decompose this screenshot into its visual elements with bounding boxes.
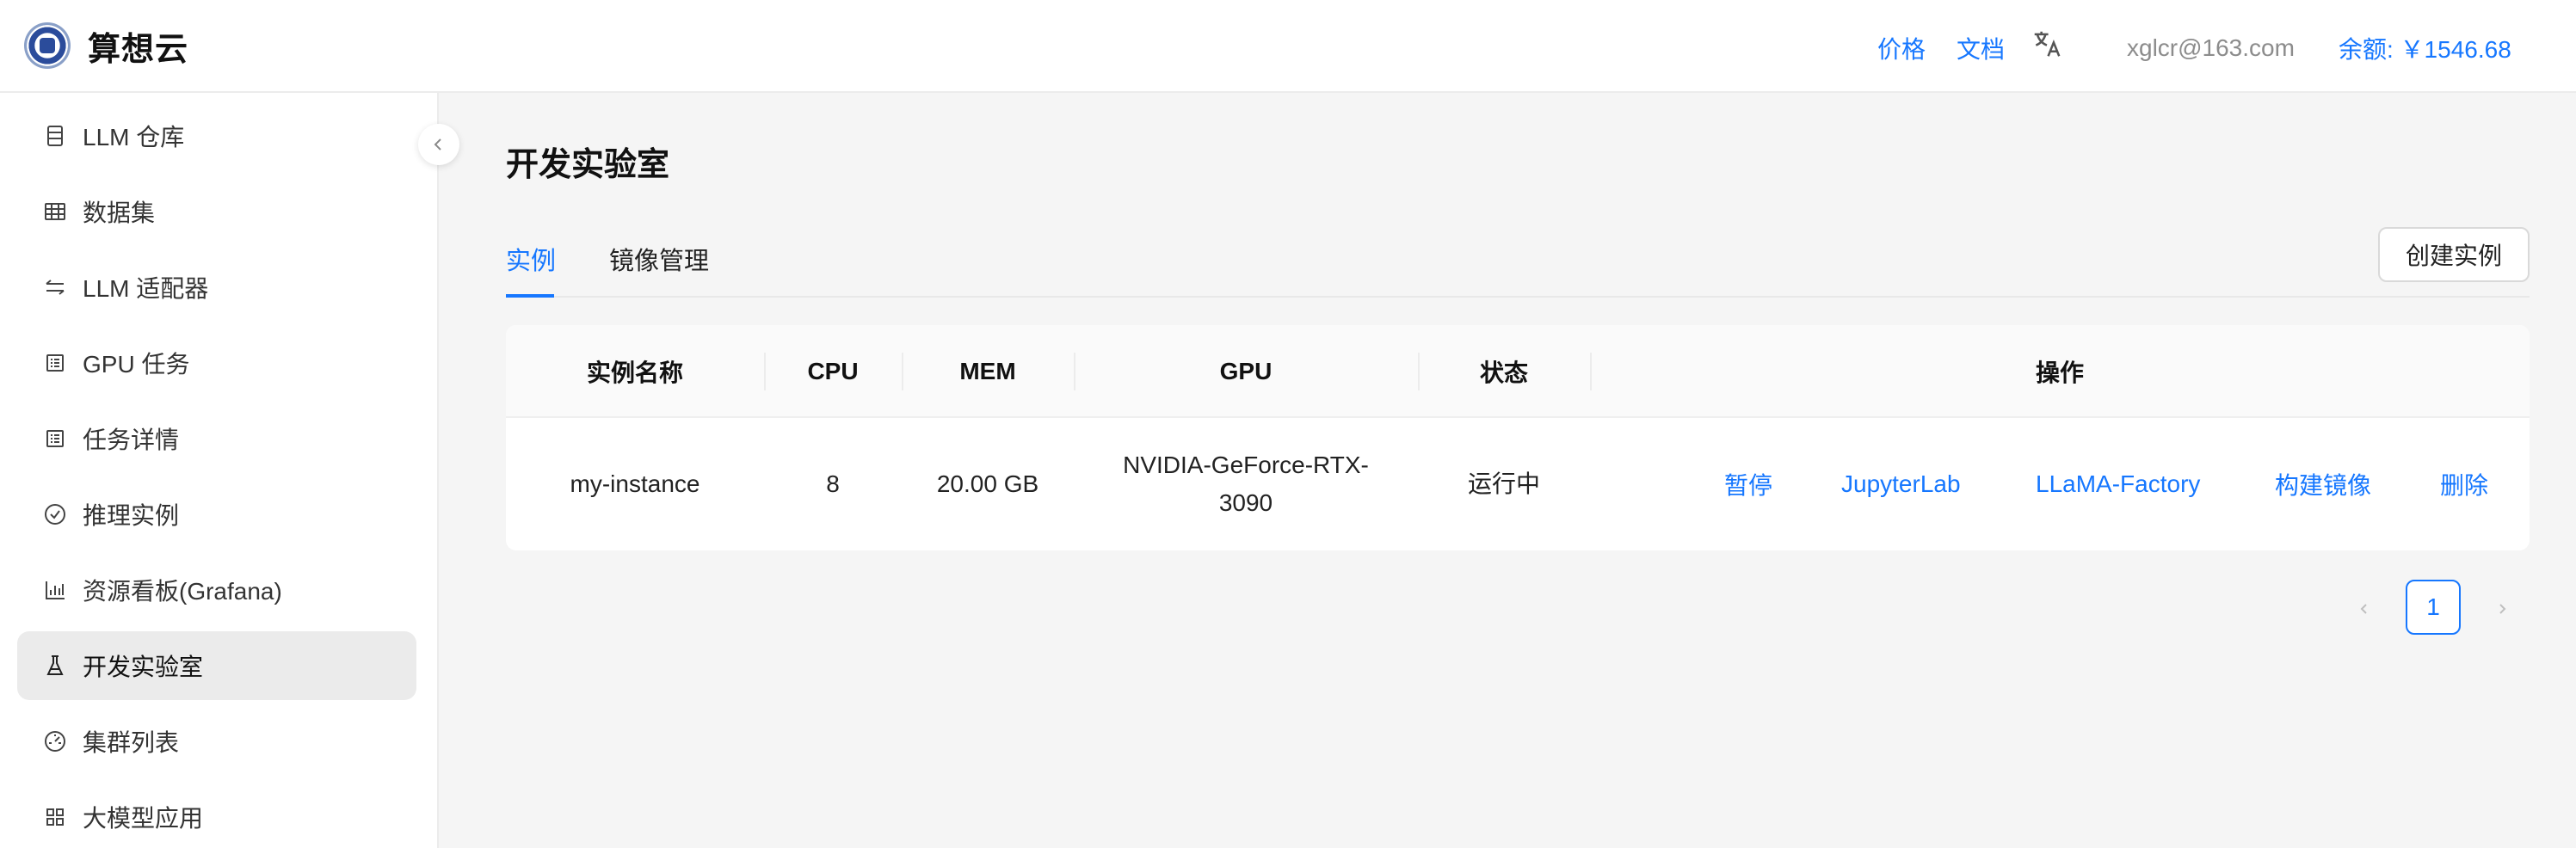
sidebar-item-llm-adapter[interactable]: LLM 适配器 [17,253,416,322]
instance-gpu-line: 3090 [1218,489,1273,516]
swap-icon [43,275,67,299]
chevron-left-icon [434,138,441,151]
sidebar-item-label: 资源看板(Grafana) [83,578,282,605]
sidebar-item-label: GPU 任务 [83,351,190,378]
sidebar-item-label: 大模型应用 [83,805,204,832]
instance-mem: 20.00 GB [936,470,1039,497]
instances-table: 实例名称 CPU MEM GPU 状态 操作 my-instance 8 20.… [506,325,2530,550]
sidebar-item-task-details[interactable]: 任务详情 [17,404,416,473]
instance-gpu: NVIDIA-GeForce-RTX- 3090 [1074,418,1418,550]
column-header-actions: 操作 [2035,359,2084,386]
jupyterlab-action[interactable]: JupyterLab [1841,418,1961,550]
apps-icon [43,805,67,829]
dashboard-icon [43,729,67,753]
build-image-action[interactable]: 构建镜像 [2275,418,2371,550]
llama-factory-action[interactable]: LLaMA-Factory [2036,418,2200,550]
tabs-divider [506,296,2530,298]
instance-name: my-instance [570,470,700,497]
delete-action[interactable]: 删除 [2440,418,2488,550]
price-link[interactable]: 价格 [1877,31,1926,65]
top-header: 算想云 价格 文档 xglcr@163.com 余额: ￥1546.68 [0,0,2576,93]
sidebar-item-llm-repo[interactable]: LLM 仓库 [17,101,416,170]
sidebar-item-resource-dashboard[interactable]: 资源看板(Grafana) [17,556,416,624]
account-balance[interactable]: 余额: ￥1546.68 [2339,31,2511,65]
active-tab-indicator [506,294,554,298]
docs-link[interactable]: 文档 [1957,31,2005,65]
sidebar-item-label: 推理实例 [83,502,180,529]
tab-image-management[interactable]: 镜像管理 [609,241,709,277]
logo-icon [24,22,71,69]
column-header-mem: MEM [959,358,1016,384]
sidebar-item-datasets[interactable]: 数据集 [17,177,416,246]
column-header-name: 实例名称 [586,359,683,386]
pagination-next-button[interactable] [2485,592,2519,626]
column-header-status: 状态 [1479,359,1528,386]
sidebar-item-label: 集群列表 [83,729,180,756]
user-email[interactable]: xglcr@163.com [2127,34,2295,62]
list-icon [43,427,67,451]
pagination-prev-button[interactable] [2347,592,2382,626]
list-icon [43,351,67,375]
pagination-page-item[interactable]: 1 [2406,580,2461,635]
instance-status: 运行中 [1467,470,1540,497]
column-header-gpu: GPU [1219,358,1273,384]
pause-action[interactable]: 暂停 [1724,418,1772,550]
sidebar: LLM 仓库 数据集 LLM 适配器 GPU 任务 任务详情 推理实例 资源看板… [0,93,439,848]
chevron-right-icon [2499,604,2506,614]
sidebar-item-inference-instances[interactable]: 推理实例 [17,480,416,549]
chevron-left-icon [2360,604,2367,614]
collapse-sidebar-button[interactable] [418,124,459,165]
sidebar-item-label: 数据集 [83,200,156,226]
app-title: 算想云 [88,31,189,68]
sidebar-item-label: 开发实验室 [83,654,204,680]
check-circle-icon [43,502,67,526]
sidebar-item-gpu-tasks[interactable]: GPU 任务 [17,329,416,397]
sidebar-item-dev-lab[interactable]: 开发实验室 [17,631,416,700]
flask-icon [43,654,67,678]
sidebar-item-cluster-list[interactable]: 集群列表 [17,707,416,776]
database-icon [43,124,67,148]
tab-instances[interactable]: 实例 [506,241,556,277]
create-instance-button[interactable]: 创建实例 [2378,227,2530,282]
table-icon [43,200,67,224]
translate-icon[interactable] [2031,28,2063,60]
bar-chart-icon [43,578,67,602]
instance-gpu-line: NVIDIA-GeForce-RTX- [1123,452,1369,478]
sidebar-item-label: 任务详情 [83,427,180,453]
sidebar-item-llm-apps[interactable]: 大模型应用 [17,783,416,848]
page-title: 开发实验室 [506,147,670,183]
instance-cpu: 8 [826,470,840,497]
sidebar-item-label: LLM 适配器 [83,275,209,302]
column-header-cpu: CPU [807,358,859,384]
sidebar-item-label: LLM 仓库 [83,124,185,151]
brand[interactable]: 算想云 [24,22,188,70]
